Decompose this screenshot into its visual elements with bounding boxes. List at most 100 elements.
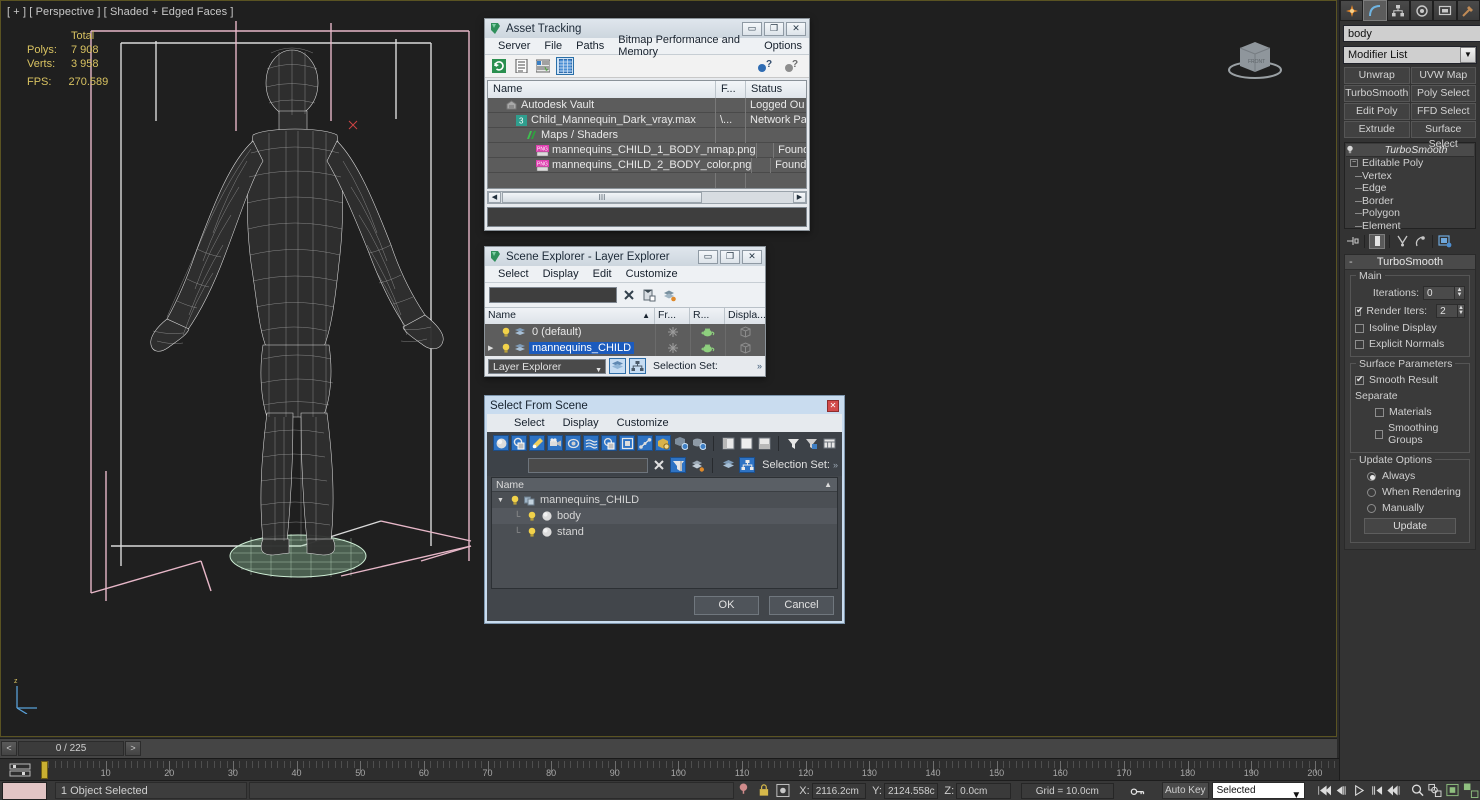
snowflake-icon[interactable] bbox=[655, 324, 690, 340]
modifier-ffd-select[interactable]: FFD Select bbox=[1410, 103, 1476, 120]
command-panel-tabs[interactable] bbox=[1340, 0, 1480, 21]
command-panel[interactable]: Modifier List ▼ Unwrap UVW UVW Map Turbo… bbox=[1339, 0, 1480, 780]
stack-toolbar[interactable] bbox=[1344, 233, 1476, 249]
remove-modifier-icon[interactable] bbox=[1412, 234, 1428, 249]
modifier-poly-select[interactable]: Poly Select bbox=[1410, 85, 1476, 102]
column-full-path[interactable]: F... bbox=[716, 81, 746, 98]
search-input[interactable] bbox=[489, 287, 617, 303]
asset-tracking-window[interactable]: Asset Tracking ▭ ❐ ✕ Server File Paths B… bbox=[484, 18, 810, 231]
field-isoline-display[interactable]: Isoline Display bbox=[1355, 322, 1465, 334]
search-input[interactable] bbox=[528, 457, 649, 473]
sub-object-polygon[interactable]: Polygon bbox=[1346, 207, 1474, 220]
layer-list[interactable]: Name ▲ Fr... R... Displa... 0 (default) bbox=[485, 307, 766, 356]
xrefs-filter-icon[interactable] bbox=[619, 435, 635, 451]
maximize-button[interactable]: ❐ bbox=[764, 21, 784, 36]
option-when-rendering[interactable]: When Rendering bbox=[1355, 486, 1465, 498]
track-bar-time-handle[interactable] bbox=[41, 761, 48, 779]
select-from-scene-titlebar[interactable]: Select From Scene ✕ bbox=[487, 398, 842, 414]
tree-item[interactable]: └ body bbox=[492, 508, 837, 524]
maximize-button[interactable]: ❐ bbox=[720, 249, 740, 264]
object-name-row[interactable] bbox=[1343, 25, 1480, 42]
stack-item-turbosmooth[interactable]: TurboSmooth bbox=[1346, 144, 1474, 157]
zoom-extents-icon[interactable] bbox=[1445, 782, 1461, 799]
field-explicit-normals[interactable]: Explicit Normals bbox=[1355, 338, 1465, 350]
object-name-input[interactable] bbox=[1343, 25, 1480, 42]
ok-button[interactable]: OK bbox=[694, 595, 759, 615]
scroll-right-arrow[interactable]: ▶ bbox=[793, 192, 806, 203]
asset-list[interactable]: Name F... Status Autodesk Vault Logged O… bbox=[487, 80, 807, 189]
help-icon[interactable]: ? bbox=[755, 57, 773, 75]
modifier-list-combo[interactable]: Modifier List ▼ bbox=[1343, 46, 1477, 64]
option-manually[interactable]: Manually bbox=[1355, 502, 1465, 514]
layers-toggle-icon[interactable] bbox=[609, 358, 626, 374]
refresh-icon[interactable] bbox=[490, 57, 508, 75]
track-view-icon[interactable] bbox=[8, 762, 32, 778]
explicit-normals-checkbox[interactable] bbox=[1355, 339, 1364, 349]
lock-selection-icon[interactable] bbox=[756, 782, 772, 799]
status-color-swatch[interactable] bbox=[2, 781, 47, 800]
create-tab[interactable] bbox=[1340, 0, 1364, 21]
modifier-stack[interactable]: TurboSmooth − Editable Poly Vertex Edge … bbox=[1344, 142, 1476, 232]
menu-paths[interactable]: Paths bbox=[569, 40, 611, 52]
viewport-label[interactable]: [ + ] [ Perspective ] [ Shaded + Edged F… bbox=[7, 6, 234, 18]
teapot-icon[interactable] bbox=[690, 324, 725, 340]
close-button[interactable]: ✕ bbox=[786, 21, 806, 36]
hierarchy-icon[interactable] bbox=[739, 457, 756, 473]
modifier-unwrap-uvw[interactable]: Unwrap UVW bbox=[1344, 67, 1410, 96]
select-from-scene-dialog[interactable]: Select From Scene ✕ Select Display Custo… bbox=[484, 395, 845, 624]
time-slider-bar[interactable]: < 0 / 225 > bbox=[0, 738, 1337, 758]
asset-row[interactable]: PNG mannequins_CHILD_2_BODY_color.png Fo… bbox=[488, 157, 806, 173]
close-button[interactable]: ✕ bbox=[742, 249, 762, 264]
asset-row[interactable]: Maps / Shaders bbox=[488, 127, 806, 143]
helpers-filter-icon[interactable] bbox=[565, 435, 581, 451]
layers-icon[interactable] bbox=[720, 457, 737, 473]
column-display[interactable]: Displa... bbox=[725, 308, 766, 324]
collapse-box-icon[interactable]: − bbox=[1350, 159, 1358, 168]
snowflake-icon[interactable] bbox=[655, 340, 690, 356]
display-all-icon[interactable] bbox=[756, 435, 772, 451]
menu-customize[interactable]: Customize bbox=[619, 268, 685, 280]
clear-x-icon[interactable] bbox=[621, 287, 637, 303]
columns-icon[interactable] bbox=[821, 435, 837, 451]
scene-explorer-footer[interactable]: Layer Explorer ▼ Selection Set: » bbox=[485, 356, 765, 376]
configure-sets-icon[interactable] bbox=[1437, 234, 1453, 249]
smoothing-groups-checkbox[interactable] bbox=[1375, 429, 1384, 439]
light-bulb-icon[interactable] bbox=[510, 495, 520, 506]
option-always[interactable]: Always bbox=[1355, 470, 1465, 482]
asset-tracking-menubar[interactable]: Server File Paths Bitmap Performance and… bbox=[485, 34, 809, 58]
track-bar-ruler[interactable]: 10 20 30 40 50 60 70 80 90 100 110 120 130 140 150 160 1… bbox=[38, 759, 1480, 781]
select-from-scene-menubar[interactable]: Select Display Customize bbox=[487, 414, 842, 432]
rollout-header[interactable]: - TurboSmooth bbox=[1345, 255, 1475, 270]
lights-filter-icon[interactable] bbox=[529, 435, 545, 451]
bones-filter-icon[interactable] bbox=[637, 435, 653, 451]
column-name[interactable]: Name bbox=[488, 81, 716, 98]
geometry-filter-icon[interactable] bbox=[493, 435, 509, 451]
key-filter-combo[interactable]: Selected ▼ bbox=[1211, 782, 1306, 800]
search-toolbar[interactable]: Selection Set: » bbox=[487, 454, 842, 476]
when-rendering-radio[interactable] bbox=[1367, 487, 1376, 497]
zoom-all-icon[interactable] bbox=[1427, 782, 1443, 799]
zoom-icon[interactable] bbox=[1410, 782, 1426, 799]
menu-select[interactable]: Select bbox=[505, 417, 554, 429]
box-icon[interactable] bbox=[725, 324, 765, 340]
light-bulb-icon[interactable] bbox=[501, 343, 511, 354]
render-iters-spinner[interactable]: ▲ ▼ bbox=[1458, 304, 1465, 318]
modifier-button-grid[interactable]: Unwrap UVW UVW Map TurboSmooth Poly Sele… bbox=[1344, 67, 1476, 150]
sub-object-vertex[interactable]: Vertex bbox=[1346, 170, 1474, 183]
light-bulb-icon[interactable] bbox=[527, 527, 537, 538]
light-bulb-icon[interactable] bbox=[501, 327, 511, 338]
asset-tracking-toolbar[interactable]: ? ? bbox=[485, 55, 809, 78]
motion-tab[interactable] bbox=[1409, 0, 1434, 21]
render-iters-value[interactable]: 2 bbox=[1436, 304, 1459, 318]
filter-funnel-icon[interactable] bbox=[785, 435, 801, 451]
spacewarps-filter-icon[interactable] bbox=[583, 435, 599, 451]
play-icon[interactable] bbox=[1351, 782, 1367, 799]
modifier-turbosmooth[interactable]: TurboSmooth bbox=[1344, 85, 1410, 102]
turbosmooth-rollout[interactable]: - TurboSmooth Main Iterations: 0 ▲▼ Rend… bbox=[1344, 254, 1476, 550]
go-to-end-icon[interactable] bbox=[1387, 782, 1403, 799]
update-button[interactable]: Update bbox=[1364, 518, 1456, 534]
overflow-chevron-icon[interactable]: » bbox=[757, 361, 762, 371]
help-alt-icon[interactable]: ? bbox=[782, 57, 800, 75]
time-prev-button[interactable]: < bbox=[1, 741, 17, 756]
modifier-surface-select[interactable]: Surface Select bbox=[1410, 121, 1476, 150]
